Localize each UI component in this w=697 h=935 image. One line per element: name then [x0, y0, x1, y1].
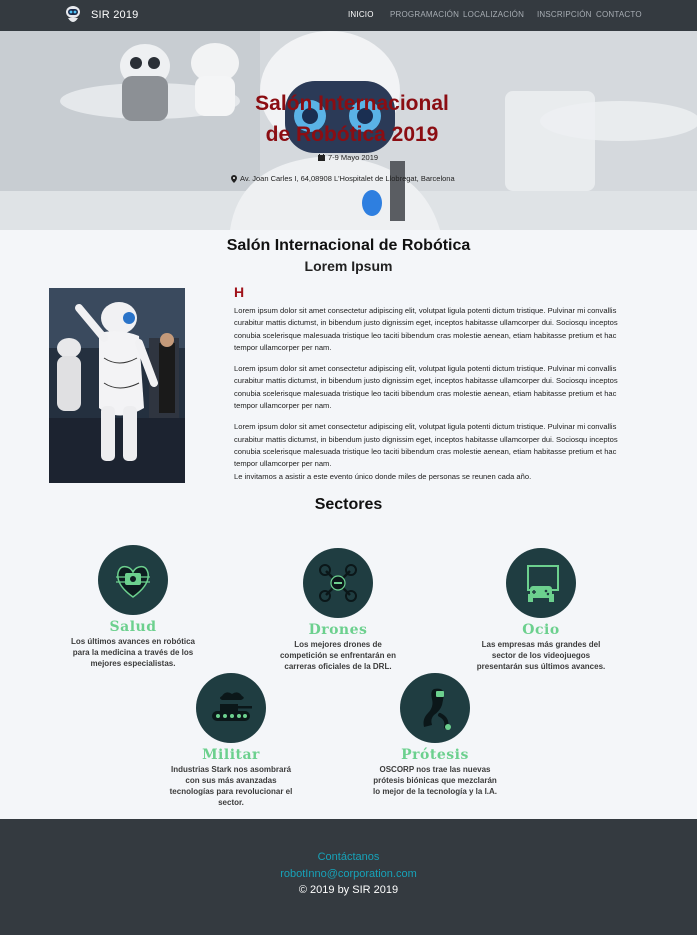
footer: Contáctanos robotInno@corporation.com © … [0, 819, 697, 935]
article-heading: H [234, 284, 245, 300]
robot-logo-icon [66, 6, 80, 22]
sector-name: Prótesis [401, 747, 469, 763]
gamepad-icon [506, 548, 576, 618]
nav-link-inscripcion[interactable]: INSCRIPCIÓN [537, 10, 592, 19]
location-pin-icon [231, 174, 237, 183]
hero-title: Salón Internacional de Robótica 2019 [200, 88, 504, 150]
heart-chip-icon [98, 545, 168, 615]
sector-card-salud: Salud Los últimos avances en robótica pa… [68, 545, 198, 669]
sector-description: Las empresas más grandes del sector de l… [476, 640, 606, 671]
sector-name: Ocio [522, 622, 560, 638]
sector-card-ocio: Ocio Las empresas más grandes del sector… [476, 548, 606, 672]
hero-title-line-2: de Robótica 2019 [265, 123, 439, 146]
nav-link-inicio[interactable]: INICIO [348, 10, 374, 19]
copyright: © 2019 by SIR 2019 [298, 884, 399, 896]
article-invite: Le invitamos a asistir a este evento úni… [234, 471, 532, 481]
article-paragraph: Lorem ipsum dolor sit amet consectetur a… [234, 422, 618, 469]
article: H Lorem ipsum dolor sit amet consectetur… [234, 284, 630, 483]
hero-banner: Salón Internacional de Robótica 2019 7-9… [0, 31, 697, 230]
sector-card-militar: Militar Industrias Stark nos asombrará c… [166, 673, 296, 808]
hero-title-line-1: Salón Internacional [255, 92, 449, 115]
sector-name: Militar [202, 747, 260, 763]
sector-name: Drones [308, 622, 368, 638]
sector-card-drones: Drones Los mejores drones de competición… [273, 548, 403, 672]
nav-link-contacto[interactable]: CONTACTO [596, 10, 642, 19]
brand-link[interactable]: SIR 2019 [62, 3, 138, 27]
calendar-icon [318, 154, 325, 161]
email-link[interactable]: robotInno@corporation.com [0, 868, 697, 880]
drone-icon [303, 548, 373, 618]
tank-icon [196, 673, 266, 743]
navbar: SIR 2019 INICIO PROGRAMACIÓN LOCALIZACIÓ… [0, 0, 697, 31]
sector-description: OSCORP nos trae las nuevas prótesis bión… [372, 765, 498, 796]
sector-description: Industrias Stark nos asombrará con sus m… [169, 765, 293, 807]
prosthetic-arm-icon [400, 673, 470, 743]
robot-photo-image [49, 288, 185, 483]
sector-name: Salud [109, 619, 157, 635]
article-paragraph: Lorem ipsum dolor sit amet consectetur a… [234, 364, 618, 411]
sector-description: Los mejores drones de competición se enf… [279, 640, 397, 671]
nav-link-programacion[interactable]: PROGRAMACIÓN [390, 10, 459, 19]
intro-subtitle: Lorem Ipsum [304, 258, 393, 274]
brand-name: SIR 2019 [91, 9, 139, 21]
robot-photo [49, 288, 185, 483]
sectores-title: Sectores [314, 496, 383, 513]
event-address: Av. Joan Carles I, 64,08908 L'Hospitalet… [231, 174, 455, 183]
intro-title: Salón Internacional de Robótica [226, 237, 471, 254]
sector-description: Los últimos avances en robótica para la … [70, 637, 196, 668]
event-address-text: Av. Joan Carles I, 64,08908 L'Hospitalet… [240, 174, 455, 183]
article-paragraph: Lorem ipsum dolor sit amet consectetur a… [234, 306, 618, 352]
event-date: 7-9 Mayo 2019 [318, 153, 378, 162]
contact-link[interactable]: Contáctanos [0, 851, 697, 863]
event-date-text: 7-9 Mayo 2019 [328, 153, 379, 162]
sector-card-protesis: Prótesis OSCORP nos trae las nuevas prót… [370, 673, 500, 797]
nav-link-localizacion[interactable]: LOCALIZACIÓN [463, 10, 524, 19]
